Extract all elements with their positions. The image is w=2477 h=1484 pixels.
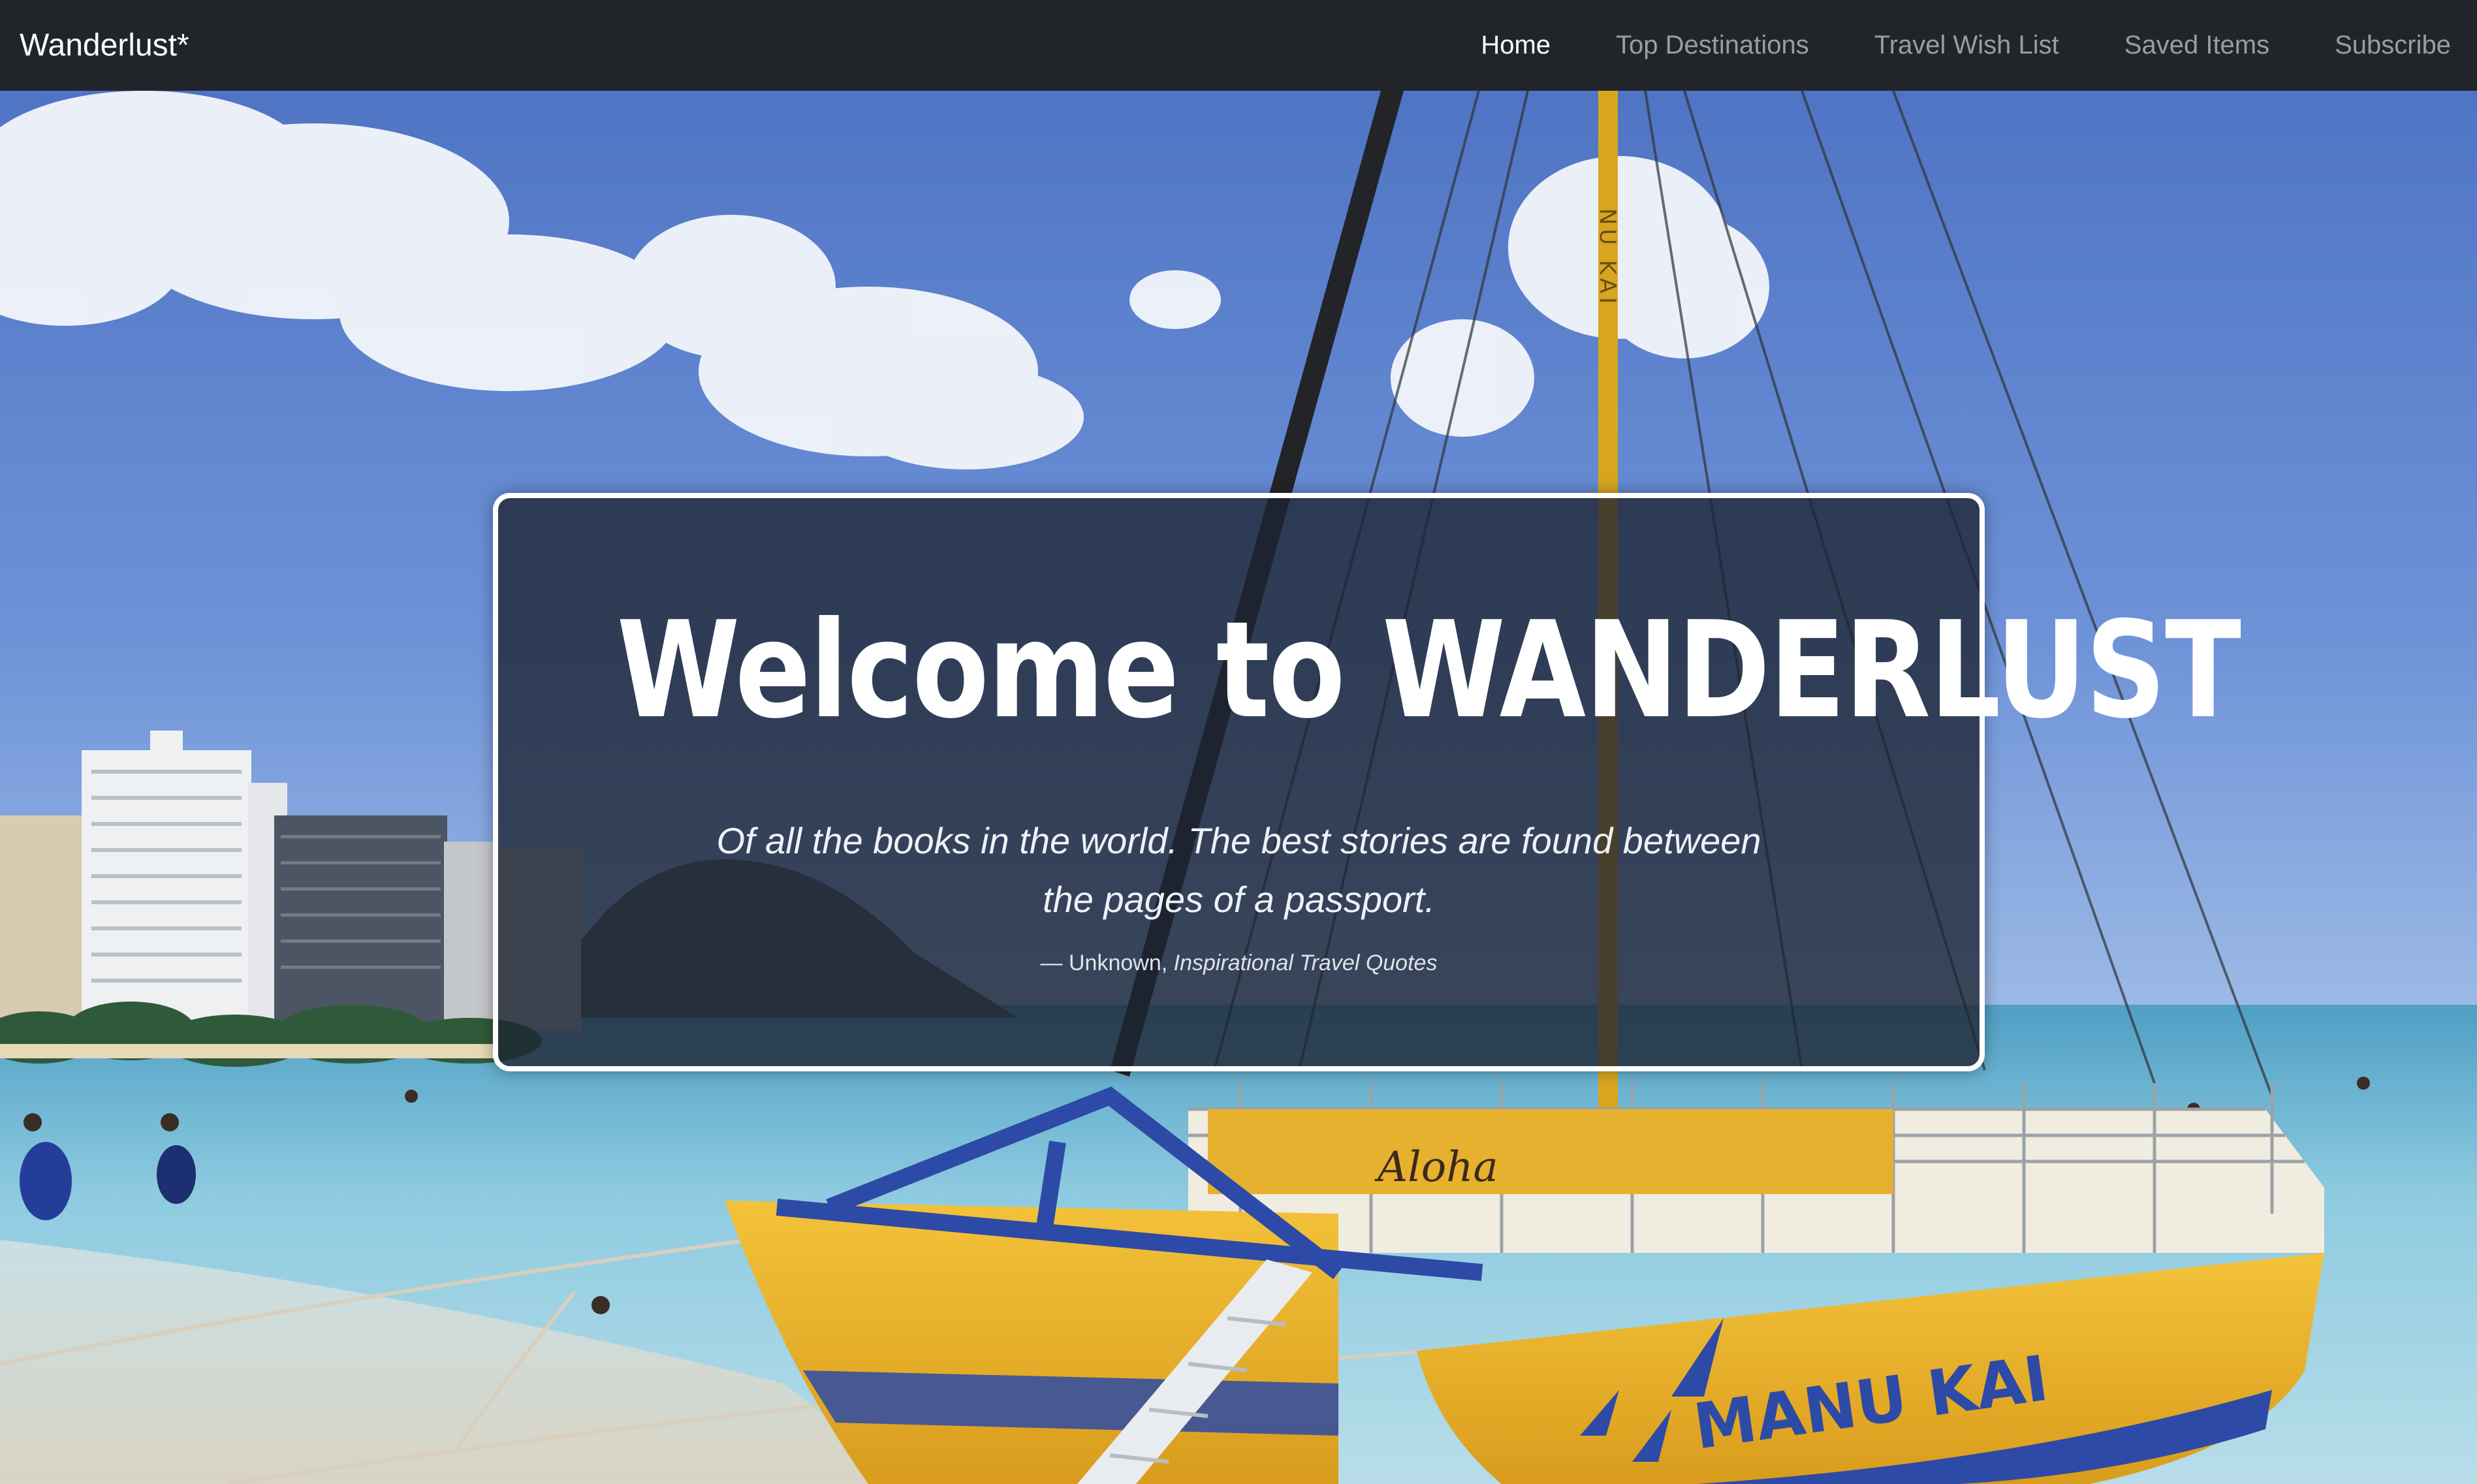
nav-item-travel-wish-list[interactable]: Travel Wish List bbox=[1874, 31, 2059, 59]
nav-item-top-destinations[interactable]: Top Destinations bbox=[1616, 31, 1809, 59]
page: Wanderlust* Home Top Destinations Travel… bbox=[0, 0, 2477, 1484]
quote-dash: — bbox=[1040, 951, 1063, 975]
top-navbar: Wanderlust* Home Top Destinations Travel… bbox=[0, 0, 2477, 91]
shoreline bbox=[0, 1044, 496, 1058]
quote-source: Inspirational Travel Quotes bbox=[1173, 951, 1438, 975]
nav-item-subscribe[interactable]: Subscribe bbox=[2335, 31, 2451, 59]
mast-lettering: NU KAI bbox=[1594, 208, 1620, 308]
brand-logo[interactable]: Wanderlust* bbox=[20, 0, 189, 91]
welcome-card: Welcome to WANDERLUST Of all the books i… bbox=[493, 493, 2241, 1071]
catamaran-deck bbox=[1188, 1083, 2324, 1253]
quote-author: Unknown, bbox=[1069, 951, 1168, 975]
nav-item-saved-items[interactable]: Saved Items bbox=[2124, 31, 2269, 59]
nav-menu: Home Top Destinations Travel Wish List S… bbox=[1481, 0, 2451, 91]
quote-attribution: — Unknown, Inspirational Travel Quotes bbox=[498, 951, 1980, 976]
boat-script-label: Aloha bbox=[1374, 1143, 1498, 1192]
welcome-title: Welcome to WANDERLUST bbox=[616, 593, 2241, 748]
travel-quote: Of all the books in the world. The best … bbox=[716, 820, 1761, 920]
nav-item-home[interactable]: Home bbox=[1481, 31, 1551, 59]
